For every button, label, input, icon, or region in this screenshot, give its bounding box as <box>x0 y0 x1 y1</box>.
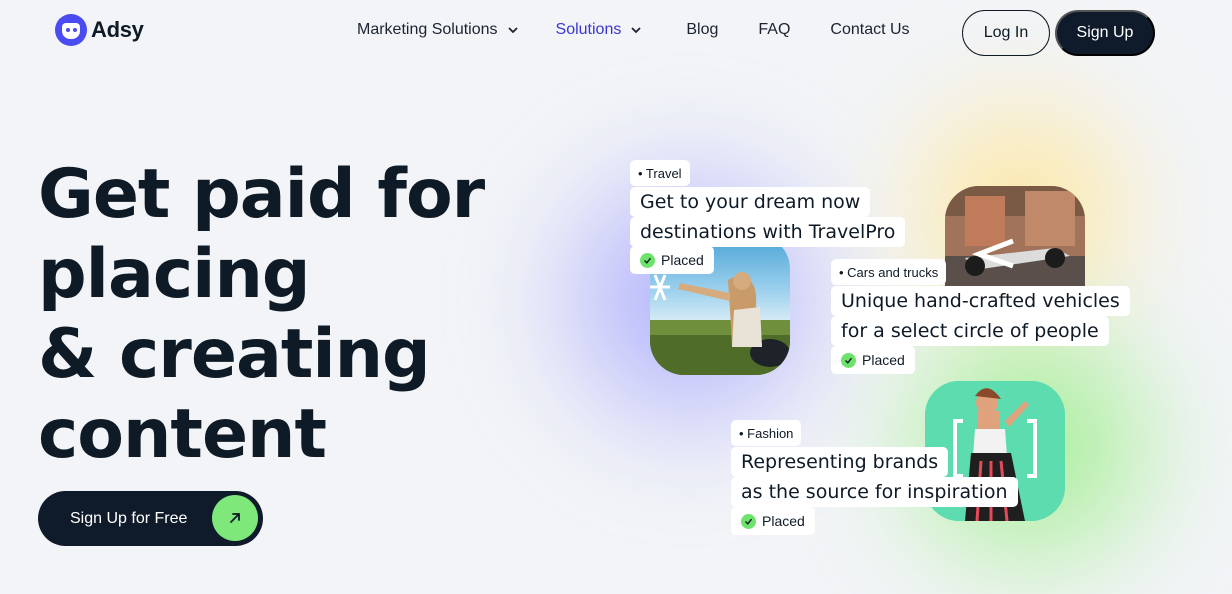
nav-item-blog[interactable]: Blog <box>686 21 718 39</box>
signup-free-label: Sign Up for Free <box>70 509 188 527</box>
check-icon <box>741 513 756 529</box>
cars-photo <box>945 186 1085 286</box>
card-category-travel: • Travel <box>630 160 690 186</box>
signup-free-button[interactable]: Sign Up for Free <box>38 491 263 546</box>
nav-item-marketing-solutions[interactable]: Marketing Solutions <box>357 21 519 39</box>
status-label: Placed <box>661 252 704 268</box>
arrow-up-right-icon <box>212 495 258 541</box>
status-badge-cars: Placed <box>831 346 915 374</box>
nav-item-label: Blog <box>686 21 719 38</box>
check-icon <box>640 252 655 268</box>
login-button[interactable]: Log In <box>962 10 1050 56</box>
check-icon <box>841 352 856 368</box>
card-category-fashion: • Fashion <box>731 420 802 446</box>
owl-logo-icon <box>55 14 87 46</box>
nav-item-contact-us[interactable]: Contact Us <box>830 21 909 39</box>
brand-name: Adsy <box>91 17 144 42</box>
chevron-down-icon <box>507 27 518 34</box>
card-title-line-2: as the source for inspiration <box>731 477 1018 507</box>
card-category-cars: • Cars and trucks <box>831 259 947 285</box>
hero-title-rest: for <box>377 155 485 234</box>
hero-title-line-4: content <box>38 395 327 474</box>
brand-logo[interactable]: Adsy <box>55 14 144 46</box>
card-title-line-1: Representing brands <box>731 447 949 477</box>
status-label: Placed <box>762 513 805 529</box>
hero-title-bold: Get paid <box>38 155 356 234</box>
nav-item-label: Marketing Solutions <box>357 21 498 38</box>
status-badge-fashion: Placed <box>731 507 815 535</box>
card-title-line-2: for a select circle of people <box>831 316 1109 346</box>
hero-title-line-3: & creating <box>38 315 431 394</box>
nav-item-solutions[interactable]: Solutions <box>556 21 643 39</box>
card-title-line-2: destinations with TravelPro <box>630 217 906 247</box>
card-title-line-1: Get to your dream now <box>630 187 871 217</box>
status-badge-travel: Placed <box>630 246 714 274</box>
main-nav: Marketing Solutions Solutions Blog FAQ C… <box>357 21 910 39</box>
status-label: Placed <box>862 352 905 368</box>
signup-button[interactable]: Sign Up <box>1055 10 1155 56</box>
card-title-line-1: Unique hand-crafted vehicles <box>831 286 1130 316</box>
nav-item-label: Solutions <box>555 21 622 38</box>
chevron-down-icon <box>631 27 641 34</box>
nav-item-label: FAQ <box>758 21 791 38</box>
hero-title: Get paid for placing & creating content <box>38 155 558 475</box>
nav-item-label: Contact Us <box>830 21 910 38</box>
nav-item-faq[interactable]: FAQ <box>758 21 790 39</box>
hero-title-line-2: placing <box>38 235 311 314</box>
